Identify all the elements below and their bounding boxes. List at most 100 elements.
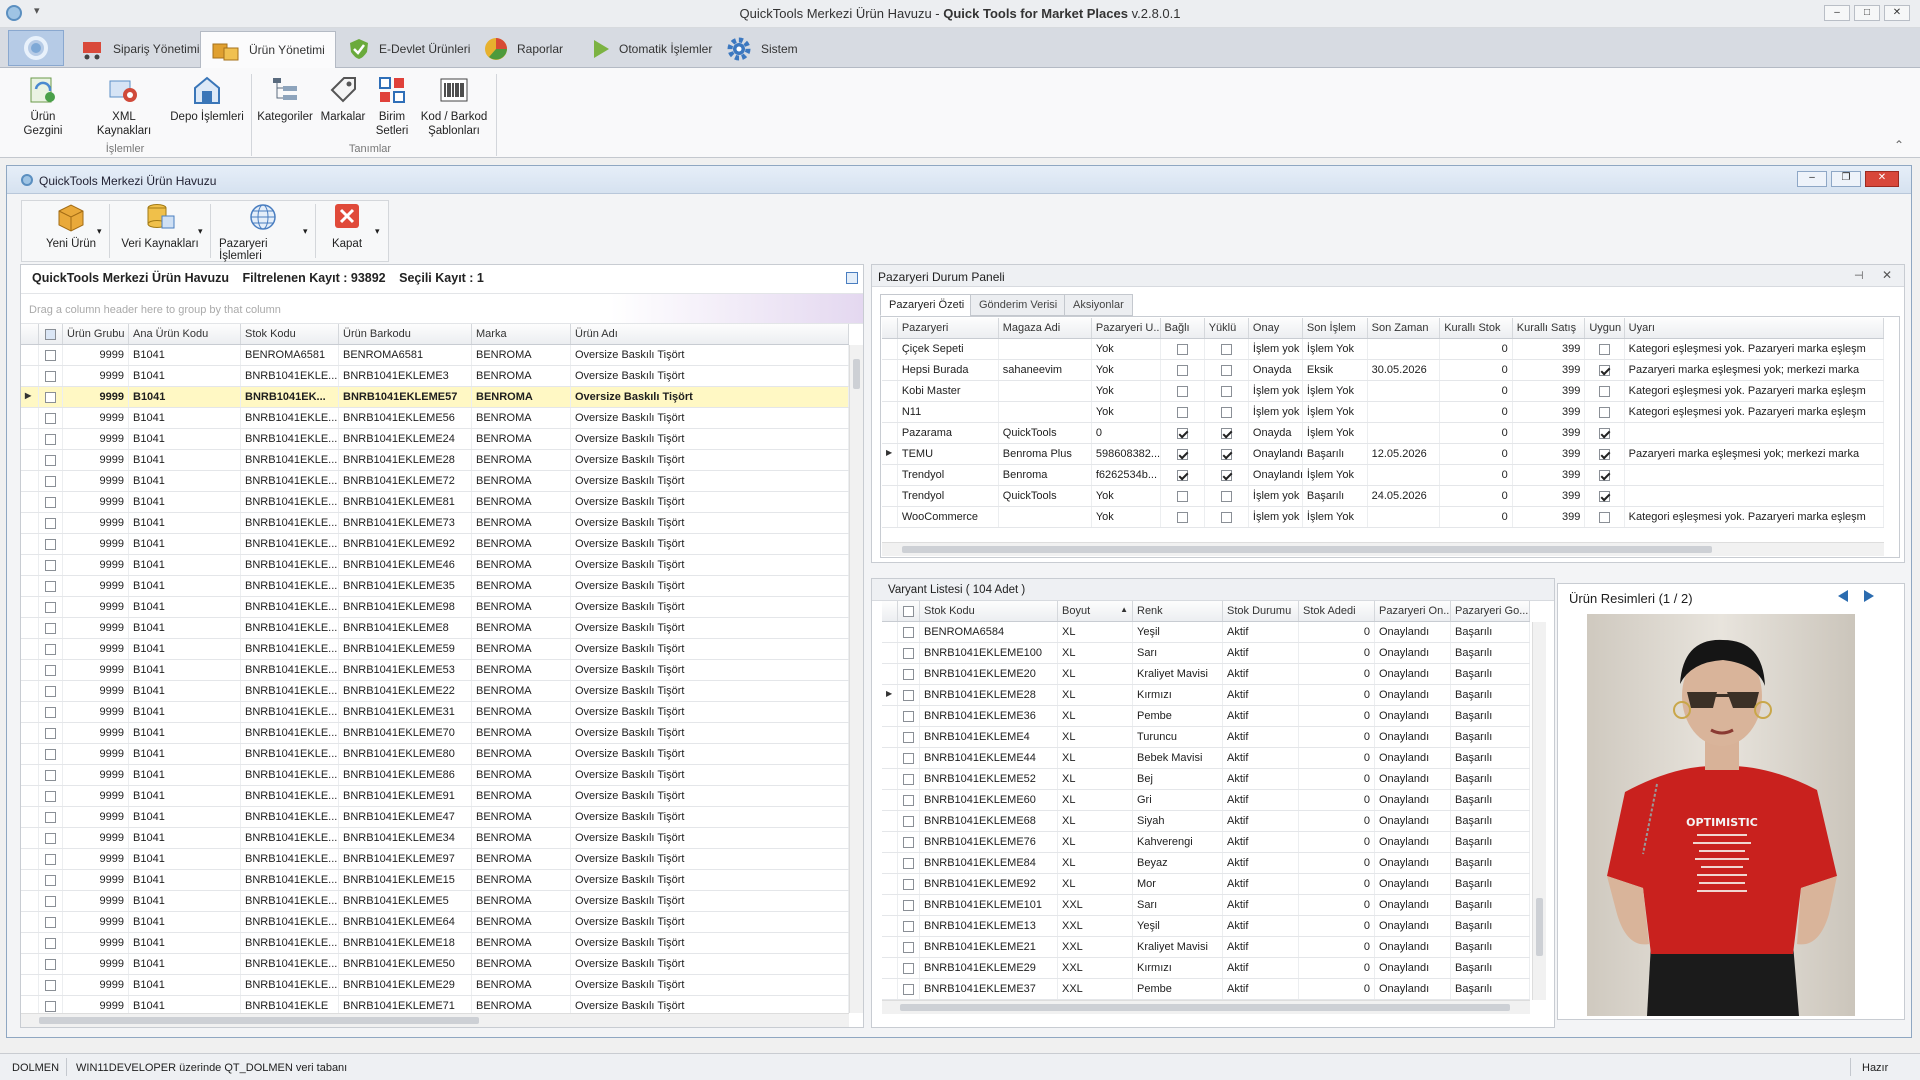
table-cell[interactable]: BNRB1041EKLE... — [241, 429, 339, 449]
table-row[interactable]: 9999 B1041 BNRB1041EKLE... BNRB1041EKLEME56… — [21, 408, 849, 429]
table-cell[interactable]: B1041 — [129, 534, 241, 554]
depo-islemleri-button[interactable]: Depo İşlemleri — [170, 72, 244, 124]
uygun-checkbox[interactable] — [1585, 486, 1625, 506]
table-cell[interactable]: BNRB1041EKLEME29 — [339, 975, 472, 995]
tab-urun-yonetimi[interactable]: Ürün Yönetimi — [200, 31, 336, 69]
table-cell[interactable]: sahaneevim — [999, 360, 1092, 380]
column-header[interactable]: Ürün Grubu — [63, 324, 129, 344]
table-cell[interactable]: BENROMA — [472, 849, 571, 869]
table-cell[interactable]: XL — [1058, 874, 1133, 894]
table-cell[interactable]: BNRB1041EKLEME71 — [339, 996, 472, 1013]
table-cell[interactable]: B1041 — [129, 618, 241, 638]
column-header[interactable]: Stok Durumu — [1223, 601, 1299, 621]
table-cell[interactable]: Yok — [1092, 360, 1161, 380]
collapse-ribbon-icon[interactable]: ⌃ — [1894, 138, 1904, 152]
table-cell[interactable]: QuickTools — [999, 423, 1092, 443]
table-cell[interactable]: 9999 — [63, 996, 129, 1013]
table-cell[interactable]: 9999 — [63, 786, 129, 806]
table-cell[interactable]: BNRB1041EKLEME72 — [339, 471, 472, 491]
table-cell[interactable]: 0 — [1299, 895, 1375, 915]
panel-close-icon[interactable]: ✕ — [1882, 268, 1892, 282]
table-cell[interactable]: İşlem Yok — [1303, 507, 1368, 527]
dropdown-arrow-icon[interactable]: ▾ — [97, 226, 102, 237]
table-cell[interactable]: Aktif — [1223, 748, 1299, 768]
table-cell[interactable]: Çiçek Sepeti — [898, 339, 999, 359]
table-cell[interactable]: 9999 — [63, 450, 129, 470]
table-cell[interactable]: 9999 — [63, 744, 129, 764]
table-cell[interactable]: 9999 — [63, 933, 129, 953]
table-cell[interactable]: BNRB1041EKLE... — [241, 870, 339, 890]
table-cell[interactable]: 9999 — [63, 828, 129, 848]
table-row[interactable]: 9999 B1041 BNRB1041EKLE... BNRB1041EKLEME47… — [21, 807, 849, 828]
table-cell[interactable]: 0 — [1440, 402, 1513, 422]
table-cell[interactable]: Aktif — [1223, 832, 1299, 852]
tab-raporlar[interactable]: Raporlar — [472, 31, 574, 67]
table-cell[interactable]: 9999 — [63, 366, 129, 386]
table-cell[interactable]: Oversize Baskılı Tişört — [571, 534, 849, 554]
table-row[interactable]: 9999 B1041 BNRB1041EKLE... BNRB1041EKLEME72… — [21, 471, 849, 492]
table-cell[interactable]: BNRB1041EKLE... — [241, 807, 339, 827]
table-cell[interactable] — [999, 402, 1092, 422]
product-grid-vscroll[interactable] — [849, 345, 863, 1013]
table-row[interactable]: BENROMA6584 XL Yeşil Aktif 0 Onaylandı Başarıl… — [882, 622, 1530, 643]
bagli-checkbox[interactable] — [1161, 339, 1205, 359]
table-cell[interactable]: BENROMA6584 — [920, 622, 1058, 642]
table-cell[interactable]: Benroma Plus — [999, 444, 1092, 464]
table-row[interactable]: Kobi Master Yok İşlem yok İşlem Yok 0 399 Kate… — [882, 381, 1884, 402]
table-cell[interactable]: BENROMA — [472, 345, 571, 365]
table-cell[interactable]: Aktif — [1223, 706, 1299, 726]
table-cell[interactable]: BENROMA — [472, 912, 571, 932]
table-cell[interactable]: Aktif — [1223, 664, 1299, 684]
table-cell[interactable]: B1041 — [129, 786, 241, 806]
table-cell[interactable]: BNRB1041EKLEME5 — [339, 891, 472, 911]
table-cell[interactable]: 9999 — [63, 870, 129, 890]
table-cell[interactable]: Oversize Baskılı Tişört — [571, 723, 849, 743]
markalar-button[interactable]: Markalar — [318, 72, 368, 124]
table-cell[interactable]: 0 — [1440, 465, 1513, 485]
table-cell[interactable]: Mor — [1133, 874, 1223, 894]
table-cell[interactable]: 12.05.2026 — [1368, 444, 1441, 464]
row-checkbox[interactable] — [39, 387, 63, 407]
bagli-checkbox[interactable] — [1161, 402, 1205, 422]
column-header[interactable]: Yüklü — [1205, 318, 1249, 338]
table-row[interactable]: ▶ BNRB1041EKLEME28 XL Kırmızı Aktif 0 Onayland… — [882, 685, 1530, 706]
yuklu-checkbox[interactable] — [1205, 360, 1249, 380]
kod-barkod-sablonlari-button[interactable]: Kod / Barkod Şablonları — [416, 72, 492, 138]
table-cell[interactable]: BNRB1041EKLE... — [241, 975, 339, 995]
table-cell[interactable]: XL — [1058, 811, 1133, 831]
row-checkbox[interactable] — [39, 639, 63, 659]
table-cell[interactable]: BENROMA — [472, 786, 571, 806]
table-cell[interactable]: Aktif — [1223, 979, 1299, 999]
table-cell[interactable]: Onaylandı — [1375, 748, 1451, 768]
column-chooser-icon[interactable] — [846, 272, 858, 284]
table-cell[interactable]: BNRB1041EKLE... — [241, 366, 339, 386]
table-cell[interactable]: BNRB1041EKLEME3 — [339, 366, 472, 386]
table-cell[interactable]: Oversize Baskılı Tişört — [571, 366, 849, 386]
table-cell[interactable] — [1368, 381, 1441, 401]
row-checkbox[interactable] — [39, 954, 63, 974]
column-header[interactable]: Pazaryeri On... — [1375, 601, 1451, 621]
bagli-checkbox[interactable] — [1161, 486, 1205, 506]
table-cell[interactable]: 9999 — [63, 660, 129, 680]
table-row[interactable]: WooCommerce Yok İşlem yok İşlem Yok 0 399 Kate… — [882, 507, 1884, 528]
table-cell[interactable] — [1368, 402, 1441, 422]
row-checkbox[interactable] — [39, 450, 63, 470]
row-checkbox[interactable] — [39, 723, 63, 743]
row-checkbox[interactable] — [39, 597, 63, 617]
table-cell[interactable]: Pazarama — [898, 423, 999, 443]
table-cell[interactable]: B1041 — [129, 513, 241, 533]
table-cell[interactable]: BNRB1041EKLE... — [241, 786, 339, 806]
row-checkbox[interactable] — [898, 916, 920, 936]
dropdown-arrow-icon[interactable]: ▾ — [198, 226, 203, 237]
row-checkbox[interactable] — [39, 513, 63, 533]
table-cell[interactable]: 0 — [1299, 769, 1375, 789]
row-checkbox[interactable] — [39, 933, 63, 953]
image-prev-button[interactable] — [1836, 588, 1850, 604]
row-checkbox[interactable] — [39, 912, 63, 932]
table-cell[interactable]: Kobi Master — [898, 381, 999, 401]
table-row[interactable]: 9999 B1041 BNRB1041EKLE... BNRB1041EKLEME34… — [21, 828, 849, 849]
tab-edevlet-urunleri[interactable]: E-Devlet Ürünleri — [336, 31, 481, 67]
uygun-checkbox[interactable] — [1585, 465, 1625, 485]
table-cell[interactable]: Oversize Baskılı Tişört — [571, 639, 849, 659]
dropdown-arrow-icon[interactable]: ▾ — [303, 226, 308, 237]
